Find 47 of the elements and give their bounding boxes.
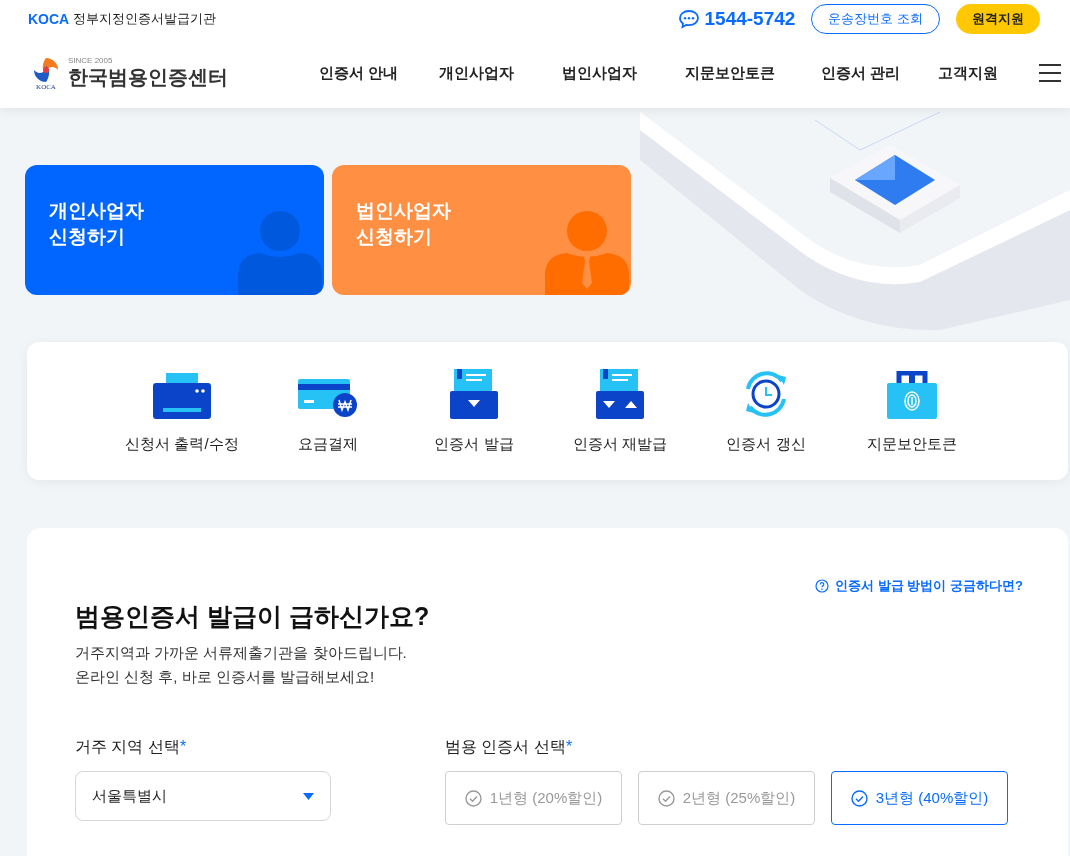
form-description: 온라인 신청 후, 바로 인증서를 발급해보세요! [75,667,376,687]
question-icon [815,578,830,593]
form-description: 거주지역과 가까운 서류제출기관을 찾아드립니다. [75,643,408,663]
card-title: 개인사업자 [49,199,144,223]
document-tray-icon [596,368,644,419]
caret-icon [303,792,314,800]
region-select[interactable]: 서울특별시 [75,771,331,821]
menu-icon[interactable] [1038,63,1062,83]
apply-card[interactable]: 개인사업자 신청하기 [25,165,324,295]
fingerprint-token-icon [887,370,937,419]
help-link[interactable]: 인증서 발급 방법이 궁금하다면? [815,576,1023,596]
card-title: 법인사업자 [356,199,451,223]
card-title: 신청하기 [49,225,126,249]
printer-icon [153,372,211,419]
nav-item[interactable]: 인증서 안내 [302,61,415,85]
field-label: 거주 지역 선택 [75,738,180,755]
service-link[interactable]: 인증서 재발급 [572,432,668,456]
logo-name: 한국범용인증센터 [68,64,228,90]
service-link[interactable]: 지문보안토큰 [867,432,957,456]
service-link[interactable]: 인증서 발급 [434,432,514,456]
required-mark: * [179,738,187,755]
nav-item[interactable]: 고객지원 [923,61,1013,85]
check-circle-icon [657,789,675,807]
select-value: 서울특별시 [92,785,168,806]
logo-since: SINCE 2005 [68,56,114,65]
nav-item[interactable]: 개인사업자 [415,61,538,85]
required-mark: * [565,738,573,755]
service-link[interactable]: 신청서 출력/수정 [125,432,239,456]
nav-item[interactable]: 인증서 관리 [798,61,923,85]
nav-item[interactable]: 법인사업자 [538,61,661,85]
check-circle-icon [850,789,868,807]
check-circle-icon [464,789,482,807]
field-label: 범용 인증서 선택 [445,738,566,755]
nav-item[interactable]: 지문보안토큰 [661,61,798,85]
logo-icon [32,55,60,84]
phone-number: 1544-5742 [704,6,796,31]
chat-icon [677,9,700,29]
document-tray-icon [450,368,498,419]
tracking-button[interactable]: 운송장번호 조회 [811,4,940,34]
service-link[interactable]: 인증서 갱신 [726,432,806,456]
tagline: 정부지정인증서발급기관 [73,10,217,29]
remote-support-button[interactable]: 원격지원 [956,4,1040,34]
brand-name: KOCA [28,9,70,29]
form-title: 범용인증서 발급이 급하신가요? [75,600,431,632]
service-link[interactable]: 요금결제 [298,432,358,456]
card-title: 신청하기 [356,225,433,249]
plan-option[interactable]: 3년형 (40%할인) [831,771,1008,825]
